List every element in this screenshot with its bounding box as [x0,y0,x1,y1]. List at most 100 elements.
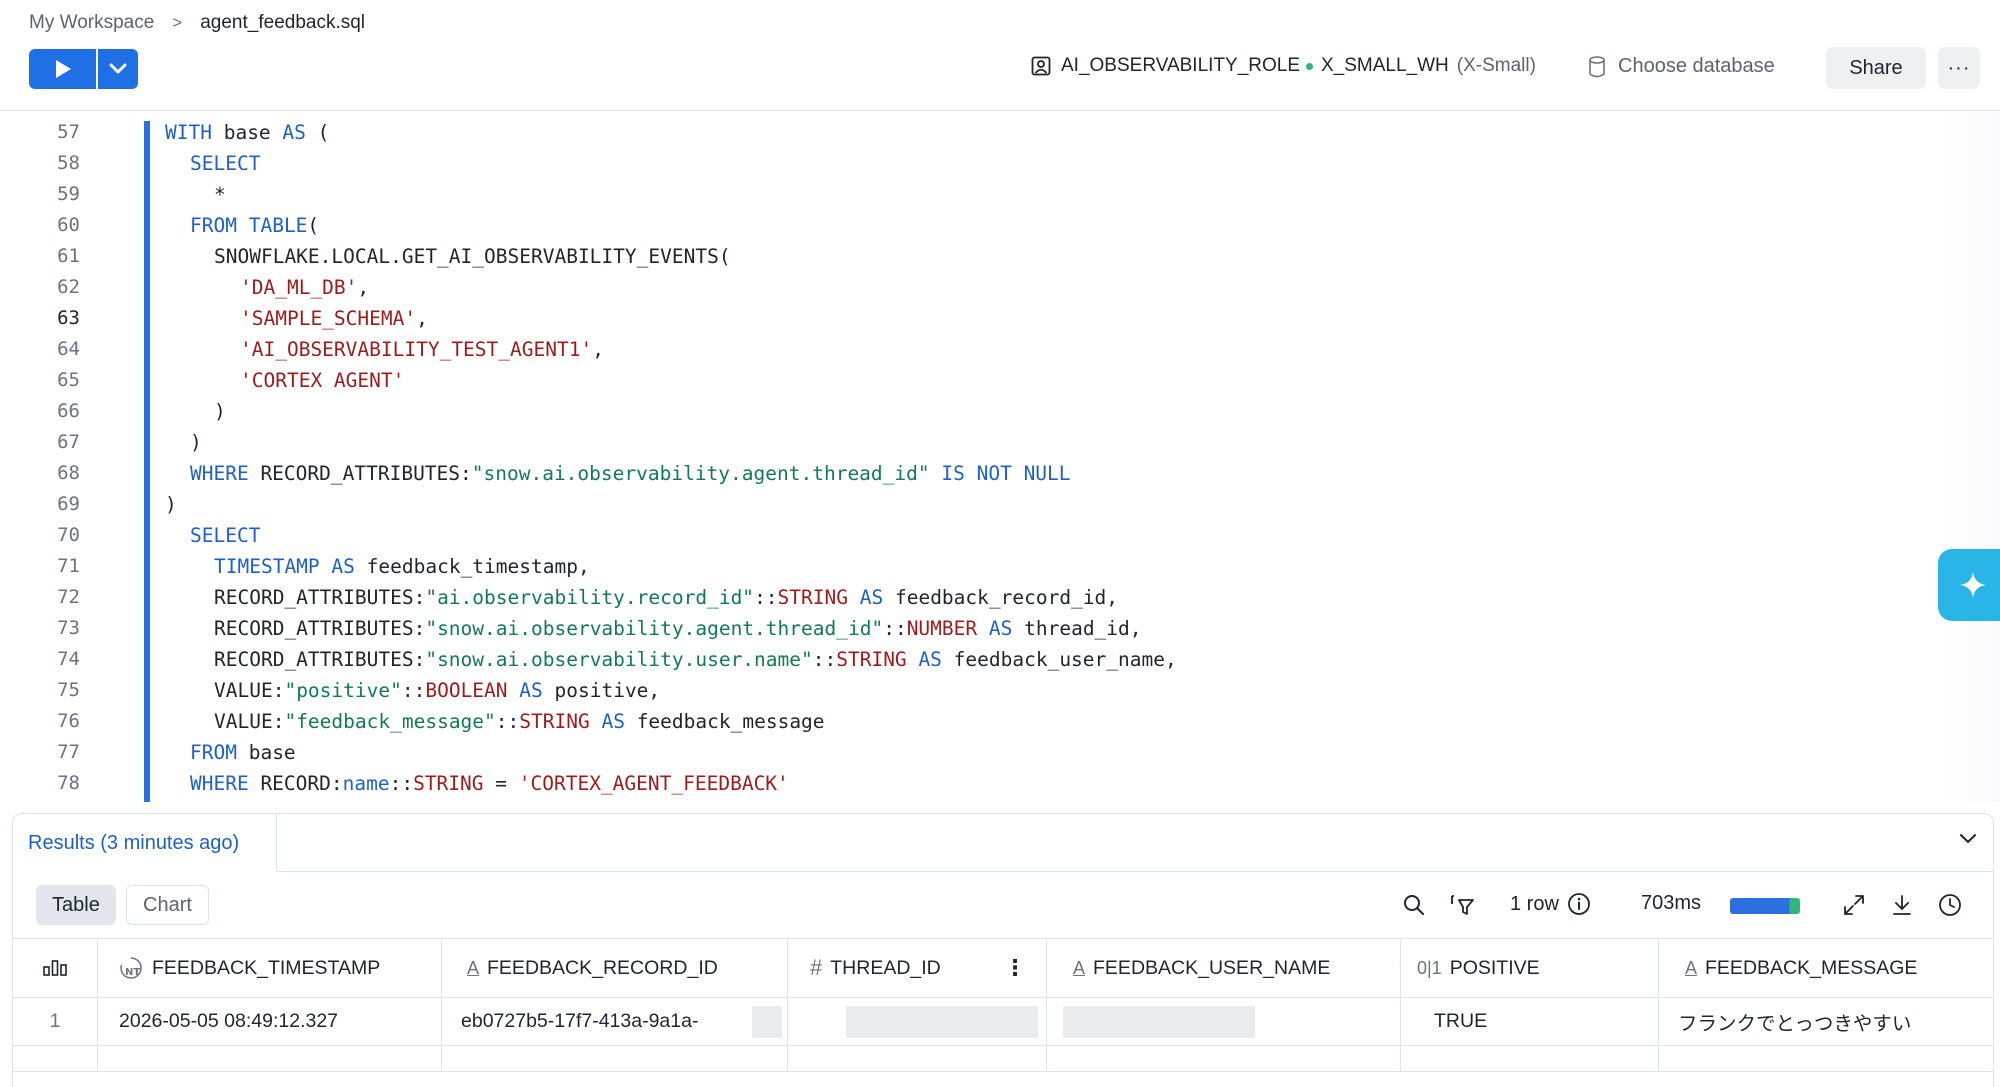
column-header-feedback-user-name[interactable]: A FEEDBACK_USER_NAME [1047,939,1401,997]
warehouse-name: X_SMALL_WH [1321,55,1449,76]
search-icon[interactable] [1402,893,1426,917]
column-name: FEEDBACK_RECORD_ID [487,956,718,979]
code-line-78[interactable]: WHERE RECORD:name::STRING = 'CORTEX_AGEN… [190,772,789,795]
code-line-64[interactable]: 'AI_OBSERVABILITY_TEST_AGENT1', [240,338,604,361]
line-number: 67 [57,431,80,453]
column-name: THREAD_ID [830,956,941,979]
column-header-positive[interactable]: 0|1 POSITIVE [1401,939,1659,997]
expand-icon[interactable] [1842,893,1866,917]
chevron-down-icon[interactable] [1958,832,1978,846]
more-options-button[interactable]: ··· [1938,47,1980,89]
run-button-group [29,49,138,89]
line-number: 58 [57,152,80,174]
breadcrumb-file[interactable]: agent_feedback.sql [200,12,365,34]
row-index: 1 [13,998,98,1045]
timestamp-icon: NT [118,955,144,981]
role-name: AI_OBSERVABILITY_ROLE [1061,55,1301,76]
code-line-73[interactable]: RECORD_ATTRIBUTES:"snow.ai.observability… [214,617,1142,640]
cell-feedback-record-id[interactable]: eb0727b5-17f7-413a-9a1a- [442,998,788,1045]
results-tab-bar: Results (3 minutes ago) [13,814,1993,872]
share-button[interactable]: Share [1826,47,1926,89]
line-number: 64 [57,338,80,360]
code-line-69[interactable]: ) [165,493,177,516]
column-stats-button[interactable] [13,939,98,997]
code-line-57[interactable]: WITH base AS ( [165,121,329,144]
cell-value: eb0727b5-17f7-413a-9a1a- [461,1010,699,1032]
cell-positive[interactable]: TRUE [1401,998,1659,1045]
info-icon[interactable] [1567,892,1591,916]
code-line-62[interactable]: 'DA_ML_DB', [240,276,369,299]
line-number: 76 [57,710,80,732]
tab-results[interactable]: Results (3 minutes ago) [13,814,277,872]
database-selector[interactable]: Choose database [1588,55,1775,78]
filter-icon[interactable] [1450,893,1476,917]
query-progress-fill [1730,898,1800,914]
column-name: POSITIVE [1449,956,1540,979]
warehouse-status-dot [1306,62,1313,70]
line-number: 70 [57,524,80,546]
cell-feedback-message[interactable]: フランクでとっつきやすい [1659,998,1993,1045]
empty-cell [13,1046,98,1071]
number-type-icon: # [810,955,823,980]
empty-cell [1047,1046,1401,1071]
code-line-67[interactable]: ) [190,431,202,454]
boolean-type-icon: 0|1 [1417,957,1442,978]
warehouse-selector[interactable]: X_SMALL_WH (X-Small) [1306,55,1536,77]
code-line-58[interactable]: SELECT [190,152,260,175]
empty-cell [1659,1046,1993,1071]
code-line-60[interactable]: FROM TABLE( [190,214,319,237]
chevron-down-icon [109,63,127,74]
cell-thread-id[interactable] [788,998,1047,1045]
code-line-70[interactable]: SELECT [190,524,260,547]
redacted-value [752,1006,782,1038]
table-row[interactable]: 1 2026-05-05 08:49:12.327 eb0727b5-17f7-… [13,998,1993,1046]
column-header-feedback-message[interactable]: A FEEDBACK_MESSAGE [1659,939,1993,997]
chart-view-button[interactable]: Chart [126,885,209,925]
worksheet-header: My Workspace > agent_feedback.sql AI_OBS… [0,0,2000,111]
code-line-59[interactable]: * [214,183,226,206]
empty-cell [442,1046,788,1071]
code-line-71[interactable]: TIMESTAMP AS feedback_timestamp, [214,555,590,578]
table-view-button[interactable]: Table [36,885,116,925]
column-menu-icon[interactable]: ⋮ [1004,955,1026,981]
line-number: 65 [57,369,80,391]
row-count: 1 row [1510,892,1591,916]
column-header-thread-id[interactable]: # THREAD_ID ⋮ [788,939,1047,997]
download-icon[interactable] [1890,893,1914,917]
column-header-feedback-record-id[interactable]: A FEEDBACK_RECORD_ID [442,939,788,997]
query-progress-bar [1730,898,1800,914]
role-selector[interactable]: AI_OBSERVABILITY_ROLE [1031,55,1300,77]
code-line-75[interactable]: VALUE:"positive"::BOOLEAN AS positive, [214,679,660,702]
code-line-74[interactable]: RECORD_ATTRIBUTES:"snow.ai.observability… [214,648,1177,671]
query-duration: 703ms [1641,892,1702,914]
sql-editor[interactable]: 57 58 59 60 61 62 63 64 65 66 67 68 69 70 71 72 73 74 75 76… [0,112,2000,802]
code-line-65[interactable]: 'CORTEX AGENT' [240,369,404,392]
cell-feedback-timestamp[interactable]: 2026-05-05 08:49:12.327 [98,998,442,1045]
code-line-77[interactable]: FROM base [190,741,296,764]
run-options-button[interactable] [98,49,138,89]
code-line-61[interactable]: SNOWFLAKE.LOCAL.GET_AI_OBSERVABILITY_EVE… [214,245,731,268]
line-number: 66 [57,400,80,422]
cell-feedback-user-name[interactable] [1047,998,1401,1045]
breadcrumb-workspace[interactable]: My Workspace [29,12,154,34]
line-number: 72 [57,586,80,608]
text-type-icon: A [1073,957,1086,978]
column-header-feedback-timestamp[interactable]: NT FEEDBACK_TIMESTAMP [98,939,442,997]
code-line-63[interactable]: 'SAMPLE_SCHEMA', [240,307,428,330]
line-number: 77 [57,741,80,763]
history-icon[interactable] [1938,893,1962,917]
code-line-76[interactable]: VALUE:"feedback_message"::STRING AS feed… [214,710,825,733]
column-name: FEEDBACK_MESSAGE [1705,956,1918,979]
database-icon [1589,55,1605,77]
ai-assistant-button[interactable] [1938,549,2000,621]
code-line-72[interactable]: RECORD_ATTRIBUTES:"ai.observability.reco… [214,586,1118,609]
code-line-68[interactable]: WHERE RECORD_ATTRIBUTES:"snow.ai.observa… [190,462,1071,485]
code-line-66[interactable]: ) [214,400,226,423]
role-icon [1031,56,1051,76]
run-button[interactable] [29,49,96,89]
sparkle-icon [1960,572,1986,598]
editor-edge-fade [1940,112,2000,802]
column-stats-icon [43,960,67,976]
empty-cell [1401,1046,1659,1071]
row-count-label: 1 row [1510,892,1559,915]
